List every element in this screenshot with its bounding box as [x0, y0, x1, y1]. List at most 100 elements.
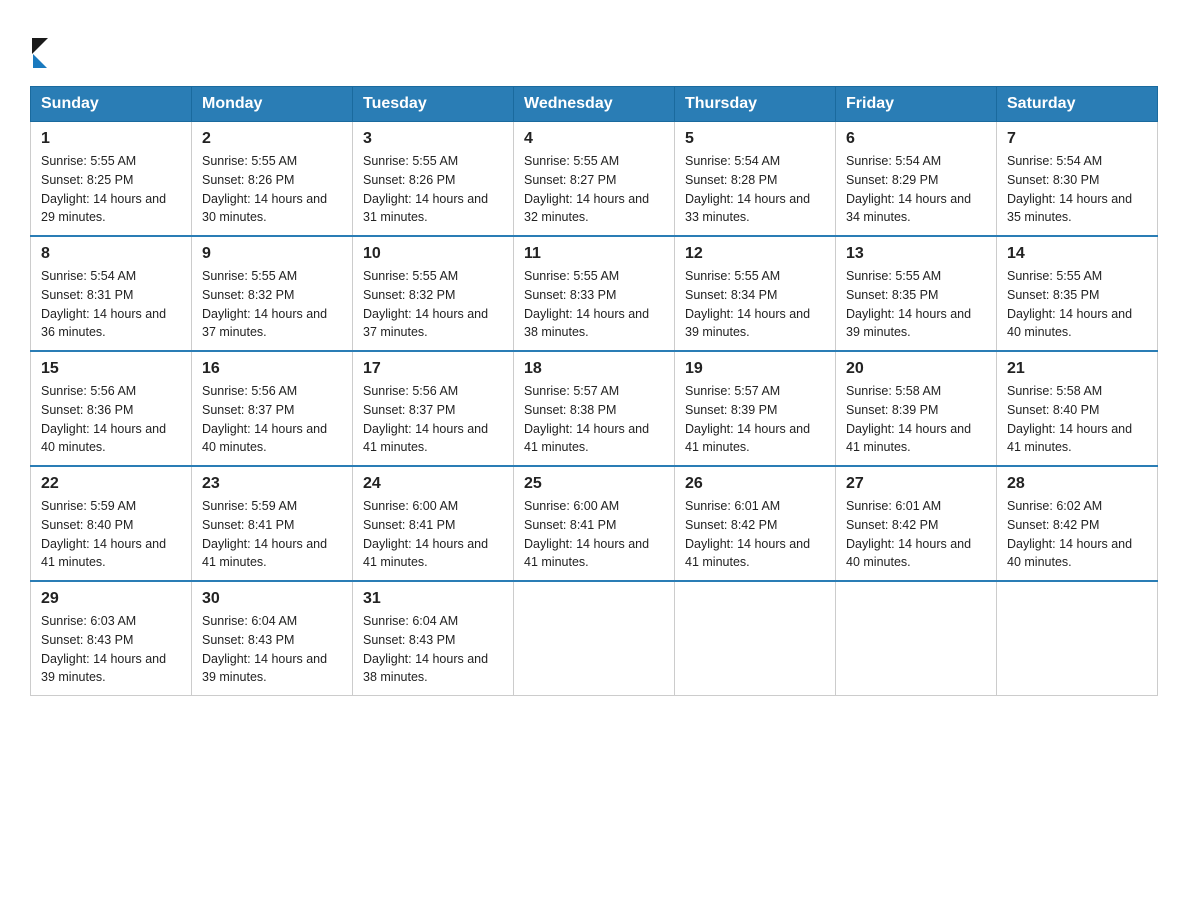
day-info: Sunrise: 5:55 AMSunset: 8:35 PMDaylight:…: [1007, 269, 1132, 339]
day-info: Sunrise: 5:54 AMSunset: 8:31 PMDaylight:…: [41, 269, 166, 339]
weekday-header-friday: Friday: [836, 87, 997, 122]
day-number: 7: [1007, 130, 1147, 148]
day-info: Sunrise: 6:02 AMSunset: 8:42 PMDaylight:…: [1007, 499, 1132, 569]
week-row-1: 1 Sunrise: 5:55 AMSunset: 8:25 PMDayligh…: [31, 122, 1158, 237]
day-info: Sunrise: 5:55 AMSunset: 8:27 PMDaylight:…: [524, 154, 649, 224]
calendar-cell: 5 Sunrise: 5:54 AMSunset: 8:28 PMDayligh…: [675, 122, 836, 237]
calendar-cell: 25 Sunrise: 6:00 AMSunset: 8:41 PMDaylig…: [514, 466, 675, 581]
day-info: Sunrise: 6:03 AMSunset: 8:43 PMDaylight:…: [41, 614, 166, 684]
day-number: 4: [524, 130, 664, 148]
calendar-cell: 17 Sunrise: 5:56 AMSunset: 8:37 PMDaylig…: [353, 351, 514, 466]
calendar-cell: 16 Sunrise: 5:56 AMSunset: 8:37 PMDaylig…: [192, 351, 353, 466]
day-number: 24: [363, 475, 503, 493]
day-info: Sunrise: 5:59 AMSunset: 8:41 PMDaylight:…: [202, 499, 327, 569]
day-info: Sunrise: 5:54 AMSunset: 8:29 PMDaylight:…: [846, 154, 971, 224]
day-number: 18: [524, 360, 664, 378]
calendar-cell: 24 Sunrise: 6:00 AMSunset: 8:41 PMDaylig…: [353, 466, 514, 581]
day-info: Sunrise: 6:01 AMSunset: 8:42 PMDaylight:…: [846, 499, 971, 569]
calendar-cell: 4 Sunrise: 5:55 AMSunset: 8:27 PMDayligh…: [514, 122, 675, 237]
day-info: Sunrise: 5:55 AMSunset: 8:25 PMDaylight:…: [41, 154, 166, 224]
calendar-cell: 11 Sunrise: 5:55 AMSunset: 8:33 PMDaylig…: [514, 236, 675, 351]
calendar-cell: 15 Sunrise: 5:56 AMSunset: 8:36 PMDaylig…: [31, 351, 192, 466]
day-info: Sunrise: 5:55 AMSunset: 8:32 PMDaylight:…: [202, 269, 327, 339]
day-number: 23: [202, 475, 342, 493]
calendar-cell: 1 Sunrise: 5:55 AMSunset: 8:25 PMDayligh…: [31, 122, 192, 237]
day-number: 6: [846, 130, 986, 148]
calendar-cell: 13 Sunrise: 5:55 AMSunset: 8:35 PMDaylig…: [836, 236, 997, 351]
calendar-cell: 7 Sunrise: 5:54 AMSunset: 8:30 PMDayligh…: [997, 122, 1158, 237]
weekday-header-sunday: Sunday: [31, 87, 192, 122]
day-info: Sunrise: 6:00 AMSunset: 8:41 PMDaylight:…: [524, 499, 649, 569]
day-info: Sunrise: 5:55 AMSunset: 8:33 PMDaylight:…: [524, 269, 649, 339]
day-number: 16: [202, 360, 342, 378]
calendar-cell: 29 Sunrise: 6:03 AMSunset: 8:43 PMDaylig…: [31, 581, 192, 696]
day-number: 19: [685, 360, 825, 378]
day-number: 20: [846, 360, 986, 378]
calendar-cell: [514, 581, 675, 696]
page-header: [30, 20, 1158, 68]
calendar-cell: [836, 581, 997, 696]
calendar-cell: 19 Sunrise: 5:57 AMSunset: 8:39 PMDaylig…: [675, 351, 836, 466]
day-info: Sunrise: 6:01 AMSunset: 8:42 PMDaylight:…: [685, 499, 810, 569]
day-info: Sunrise: 5:56 AMSunset: 8:37 PMDaylight:…: [202, 384, 327, 454]
calendar-cell: 23 Sunrise: 5:59 AMSunset: 8:41 PMDaylig…: [192, 466, 353, 581]
calendar-cell: 28 Sunrise: 6:02 AMSunset: 8:42 PMDaylig…: [997, 466, 1158, 581]
day-info: Sunrise: 5:56 AMSunset: 8:36 PMDaylight:…: [41, 384, 166, 454]
day-number: 14: [1007, 245, 1147, 263]
calendar-cell: 21 Sunrise: 5:58 AMSunset: 8:40 PMDaylig…: [997, 351, 1158, 466]
day-number: 10: [363, 245, 503, 263]
week-row-2: 8 Sunrise: 5:54 AMSunset: 8:31 PMDayligh…: [31, 236, 1158, 351]
week-row-3: 15 Sunrise: 5:56 AMSunset: 8:36 PMDaylig…: [31, 351, 1158, 466]
calendar-cell: 18 Sunrise: 5:57 AMSunset: 8:38 PMDaylig…: [514, 351, 675, 466]
day-info: Sunrise: 5:55 AMSunset: 8:26 PMDaylight:…: [202, 154, 327, 224]
day-number: 25: [524, 475, 664, 493]
day-info: Sunrise: 5:55 AMSunset: 8:34 PMDaylight:…: [685, 269, 810, 339]
day-number: 31: [363, 590, 503, 608]
day-number: 22: [41, 475, 181, 493]
day-number: 3: [363, 130, 503, 148]
calendar-cell: 2 Sunrise: 5:55 AMSunset: 8:26 PMDayligh…: [192, 122, 353, 237]
day-info: Sunrise: 5:54 AMSunset: 8:28 PMDaylight:…: [685, 154, 810, 224]
day-number: 2: [202, 130, 342, 148]
week-row-5: 29 Sunrise: 6:03 AMSunset: 8:43 PMDaylig…: [31, 581, 1158, 696]
day-info: Sunrise: 5:59 AMSunset: 8:40 PMDaylight:…: [41, 499, 166, 569]
day-info: Sunrise: 6:04 AMSunset: 8:43 PMDaylight:…: [202, 614, 327, 684]
calendar-cell: [675, 581, 836, 696]
calendar-cell: 10 Sunrise: 5:55 AMSunset: 8:32 PMDaylig…: [353, 236, 514, 351]
weekday-header-wednesday: Wednesday: [514, 87, 675, 122]
calendar-cell: 6 Sunrise: 5:54 AMSunset: 8:29 PMDayligh…: [836, 122, 997, 237]
day-info: Sunrise: 5:58 AMSunset: 8:40 PMDaylight:…: [1007, 384, 1132, 454]
calendar-cell: 12 Sunrise: 5:55 AMSunset: 8:34 PMDaylig…: [675, 236, 836, 351]
day-info: Sunrise: 5:55 AMSunset: 8:32 PMDaylight:…: [363, 269, 488, 339]
day-info: Sunrise: 5:57 AMSunset: 8:38 PMDaylight:…: [524, 384, 649, 454]
calendar-cell: 22 Sunrise: 5:59 AMSunset: 8:40 PMDaylig…: [31, 466, 192, 581]
weekday-header-saturday: Saturday: [997, 87, 1158, 122]
day-info: Sunrise: 6:04 AMSunset: 8:43 PMDaylight:…: [363, 614, 488, 684]
day-info: Sunrise: 6:00 AMSunset: 8:41 PMDaylight:…: [363, 499, 488, 569]
day-number: 5: [685, 130, 825, 148]
calendar-cell: 26 Sunrise: 6:01 AMSunset: 8:42 PMDaylig…: [675, 466, 836, 581]
day-number: 11: [524, 245, 664, 263]
day-number: 13: [846, 245, 986, 263]
calendar-cell: 30 Sunrise: 6:04 AMSunset: 8:43 PMDaylig…: [192, 581, 353, 696]
calendar-cell: [997, 581, 1158, 696]
weekday-header-row: SundayMondayTuesdayWednesdayThursdayFrid…: [31, 87, 1158, 122]
day-number: 12: [685, 245, 825, 263]
day-number: 8: [41, 245, 181, 263]
calendar-cell: 14 Sunrise: 5:55 AMSunset: 8:35 PMDaylig…: [997, 236, 1158, 351]
week-row-4: 22 Sunrise: 5:59 AMSunset: 8:40 PMDaylig…: [31, 466, 1158, 581]
calendar-table: SundayMondayTuesdayWednesdayThursdayFrid…: [30, 86, 1158, 696]
day-info: Sunrise: 5:55 AMSunset: 8:35 PMDaylight:…: [846, 269, 971, 339]
day-number: 9: [202, 245, 342, 263]
logo: [30, 30, 48, 68]
calendar-cell: 9 Sunrise: 5:55 AMSunset: 8:32 PMDayligh…: [192, 236, 353, 351]
day-info: Sunrise: 5:57 AMSunset: 8:39 PMDaylight:…: [685, 384, 810, 454]
day-number: 15: [41, 360, 181, 378]
calendar-cell: 27 Sunrise: 6:01 AMSunset: 8:42 PMDaylig…: [836, 466, 997, 581]
weekday-header-thursday: Thursday: [675, 87, 836, 122]
day-info: Sunrise: 5:56 AMSunset: 8:37 PMDaylight:…: [363, 384, 488, 454]
day-number: 1: [41, 130, 181, 148]
calendar-cell: 3 Sunrise: 5:55 AMSunset: 8:26 PMDayligh…: [353, 122, 514, 237]
weekday-header-tuesday: Tuesday: [353, 87, 514, 122]
calendar-cell: 31 Sunrise: 6:04 AMSunset: 8:43 PMDaylig…: [353, 581, 514, 696]
